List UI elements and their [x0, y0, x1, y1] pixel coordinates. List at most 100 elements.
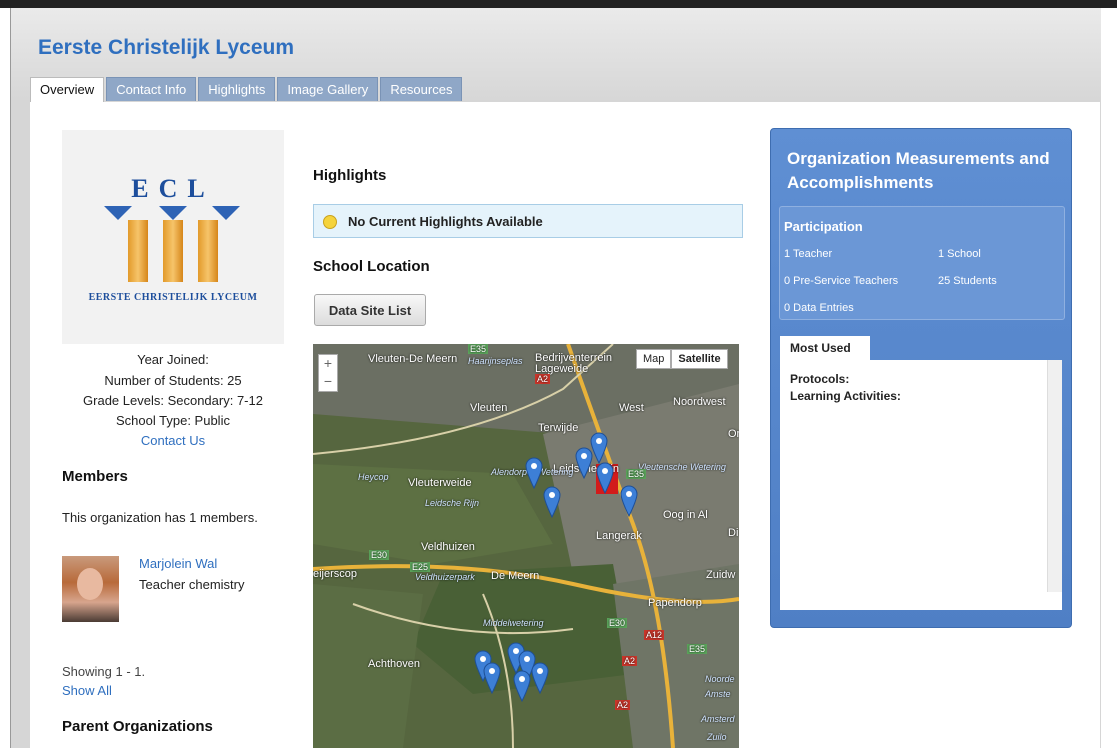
number-of-students: Number of Students: 25 — [104, 373, 242, 388]
sidebar-title: Organization Measurements and Accomplish… — [787, 149, 1050, 192]
protocols-label: Protocols: — [790, 372, 850, 386]
highlights-heading: Highlights — [313, 167, 387, 184]
map-label: Zuidw — [706, 569, 736, 581]
map-label: Vleutensche Wetering — [638, 462, 726, 472]
map-type-control: Map Satellite — [636, 349, 728, 369]
map-pin-icon[interactable] — [590, 432, 608, 464]
show-all-link[interactable]: Show All — [62, 683, 112, 698]
stat-pre-service-teachers: 0 Pre-Service Teachers — [784, 275, 899, 287]
logo-arrow-left — [104, 206, 132, 220]
road-shield: A2 — [622, 656, 638, 666]
road-shield: E35 — [687, 644, 708, 654]
avatar-face — [77, 568, 103, 600]
map-label: Haarijnseplas — [468, 356, 523, 366]
avatar[interactable] — [62, 556, 119, 622]
map-label: De Meern — [491, 570, 540, 582]
road-shield: E35 — [468, 344, 489, 354]
highlights-notice: No Current Highlights Available — [313, 204, 743, 238]
tab-resources[interactable]: Resources — [380, 77, 463, 101]
road-shield: A12 — [644, 630, 665, 640]
page-title: Eerste Christelijk Lyceum — [38, 36, 294, 59]
map-pin-icon[interactable] — [483, 662, 501, 694]
map-type-satellite-button[interactable]: Satellite — [671, 349, 728, 369]
map-label: Or — [728, 428, 739, 440]
members-showing-count: Showing 1 - 1. — [62, 664, 146, 679]
logo-pillar-right — [198, 220, 218, 282]
map-label: Bedrijventerrein Lageweide — [535, 352, 613, 375]
map-label: Leidsche Rijn — [425, 498, 480, 508]
participation-heading: Participation — [784, 219, 863, 234]
learning-activities-label: Learning Activities: — [790, 389, 901, 403]
zoom-control: + − — [318, 354, 338, 392]
logo-arrow-center — [159, 206, 187, 220]
contact-us-link[interactable]: Contact Us — [62, 433, 284, 448]
member-role: Teacher chemistry — [139, 577, 245, 592]
tab-most-used[interactable]: Most Used — [780, 336, 870, 360]
map-pin-icon[interactable] — [531, 662, 549, 694]
map-label: Langerak — [596, 530, 642, 542]
road-shield: E30 — [369, 550, 390, 560]
most-used-panel: Protocols: Learning Activities: — [780, 360, 1062, 610]
map-label: Heycop — [358, 472, 389, 482]
window-top-border — [0, 0, 1117, 8]
school-location-map[interactable]: + − Map Satellite Vleuten-De Meern Haari… — [313, 344, 739, 748]
logo-arrow-right — [212, 206, 240, 220]
stat-schools: 1 School — [938, 248, 981, 260]
road-shield: A2 — [615, 700, 631, 710]
map-pin-icon[interactable] — [513, 670, 531, 702]
map-label: Oog in Al — [663, 509, 708, 521]
map-label: Veldhuizerpark — [415, 572, 475, 582]
map-type-map-button[interactable]: Map — [636, 349, 672, 369]
parent-organizations-heading: Parent Organizations — [62, 718, 213, 735]
map-label: Middelwetering — [483, 618, 544, 628]
map-label: Veldhuizen — [421, 541, 475, 553]
school-type: School Type: Public — [116, 413, 230, 428]
road-shield: E30 — [607, 618, 628, 628]
member-name-link[interactable]: Marjolein Wal — [139, 556, 217, 571]
map-label: Amsterd — [701, 714, 735, 724]
map-label: Vleuten — [470, 402, 508, 414]
map-pin-icon[interactable] — [620, 485, 638, 517]
most-used-scrollbar[interactable] — [1047, 360, 1062, 592]
map-label: Achthoven — [368, 658, 420, 670]
logo-pillar-center — [163, 220, 183, 282]
map-label: Noorde — [705, 674, 735, 684]
highlights-empty-text: No Current Highlights Available — [348, 214, 543, 229]
tab-highlights[interactable]: Highlights — [198, 77, 276, 101]
map-label: eijerscop — [313, 568, 358, 580]
measurements-sidebar: Organization Measurements and Accomplish… — [770, 128, 1072, 628]
map-label: Amste — [705, 689, 731, 699]
zoom-in-button[interactable]: + — [319, 355, 337, 373]
organization-logo: ECL EERSTE CHRISTELIJK LYCEUM — [62, 130, 284, 344]
map-pin-icon[interactable] — [596, 462, 614, 494]
map-label: West — [619, 402, 644, 414]
map-label: Terwijde — [538, 422, 579, 434]
map-label: Noordwest — [673, 396, 726, 408]
tab-bar: Overview Contact Info Highlights Image G… — [30, 77, 464, 103]
map-label: Papendorp — [648, 597, 702, 609]
logo-letters: ECL — [131, 174, 215, 203]
zoom-out-button[interactable]: − — [319, 373, 337, 391]
stat-teachers: 1 Teacher — [784, 248, 833, 260]
road-shield: E35 — [626, 469, 647, 479]
road-shield: E25 — [410, 562, 431, 572]
map-label: Vleuten-De Meern — [368, 353, 458, 365]
year-joined: Year Joined: — [137, 352, 209, 367]
tab-overview[interactable]: Overview — [30, 77, 105, 103]
logo-pillar-left — [128, 220, 148, 282]
data-site-list-button[interactable]: Data Site List — [314, 294, 426, 326]
members-heading: Members — [62, 468, 128, 485]
tab-contact-info[interactable]: Contact Info — [106, 77, 197, 101]
map-label: Vleuterweide — [408, 477, 472, 489]
map-pin-icon[interactable] — [543, 486, 561, 518]
school-location-heading: School Location — [313, 258, 430, 275]
logo-subtitle: EERSTE CHRISTELIJK LYCEUM — [88, 292, 258, 303]
road-shield: A2 — [535, 374, 551, 384]
stat-data-entries: 0 Data Entries — [784, 302, 854, 314]
map-pin-icon[interactable] — [525, 457, 543, 489]
participation-box: Participation 1 Teacher 1 School 0 Pre-S… — [779, 206, 1065, 320]
map-label: Di — [728, 527, 739, 539]
tab-image-gallery[interactable]: Image Gallery — [277, 77, 379, 101]
grade-levels: Grade Levels: Secondary: 7-12 — [83, 393, 263, 408]
map-label: Zuilo — [707, 732, 727, 742]
